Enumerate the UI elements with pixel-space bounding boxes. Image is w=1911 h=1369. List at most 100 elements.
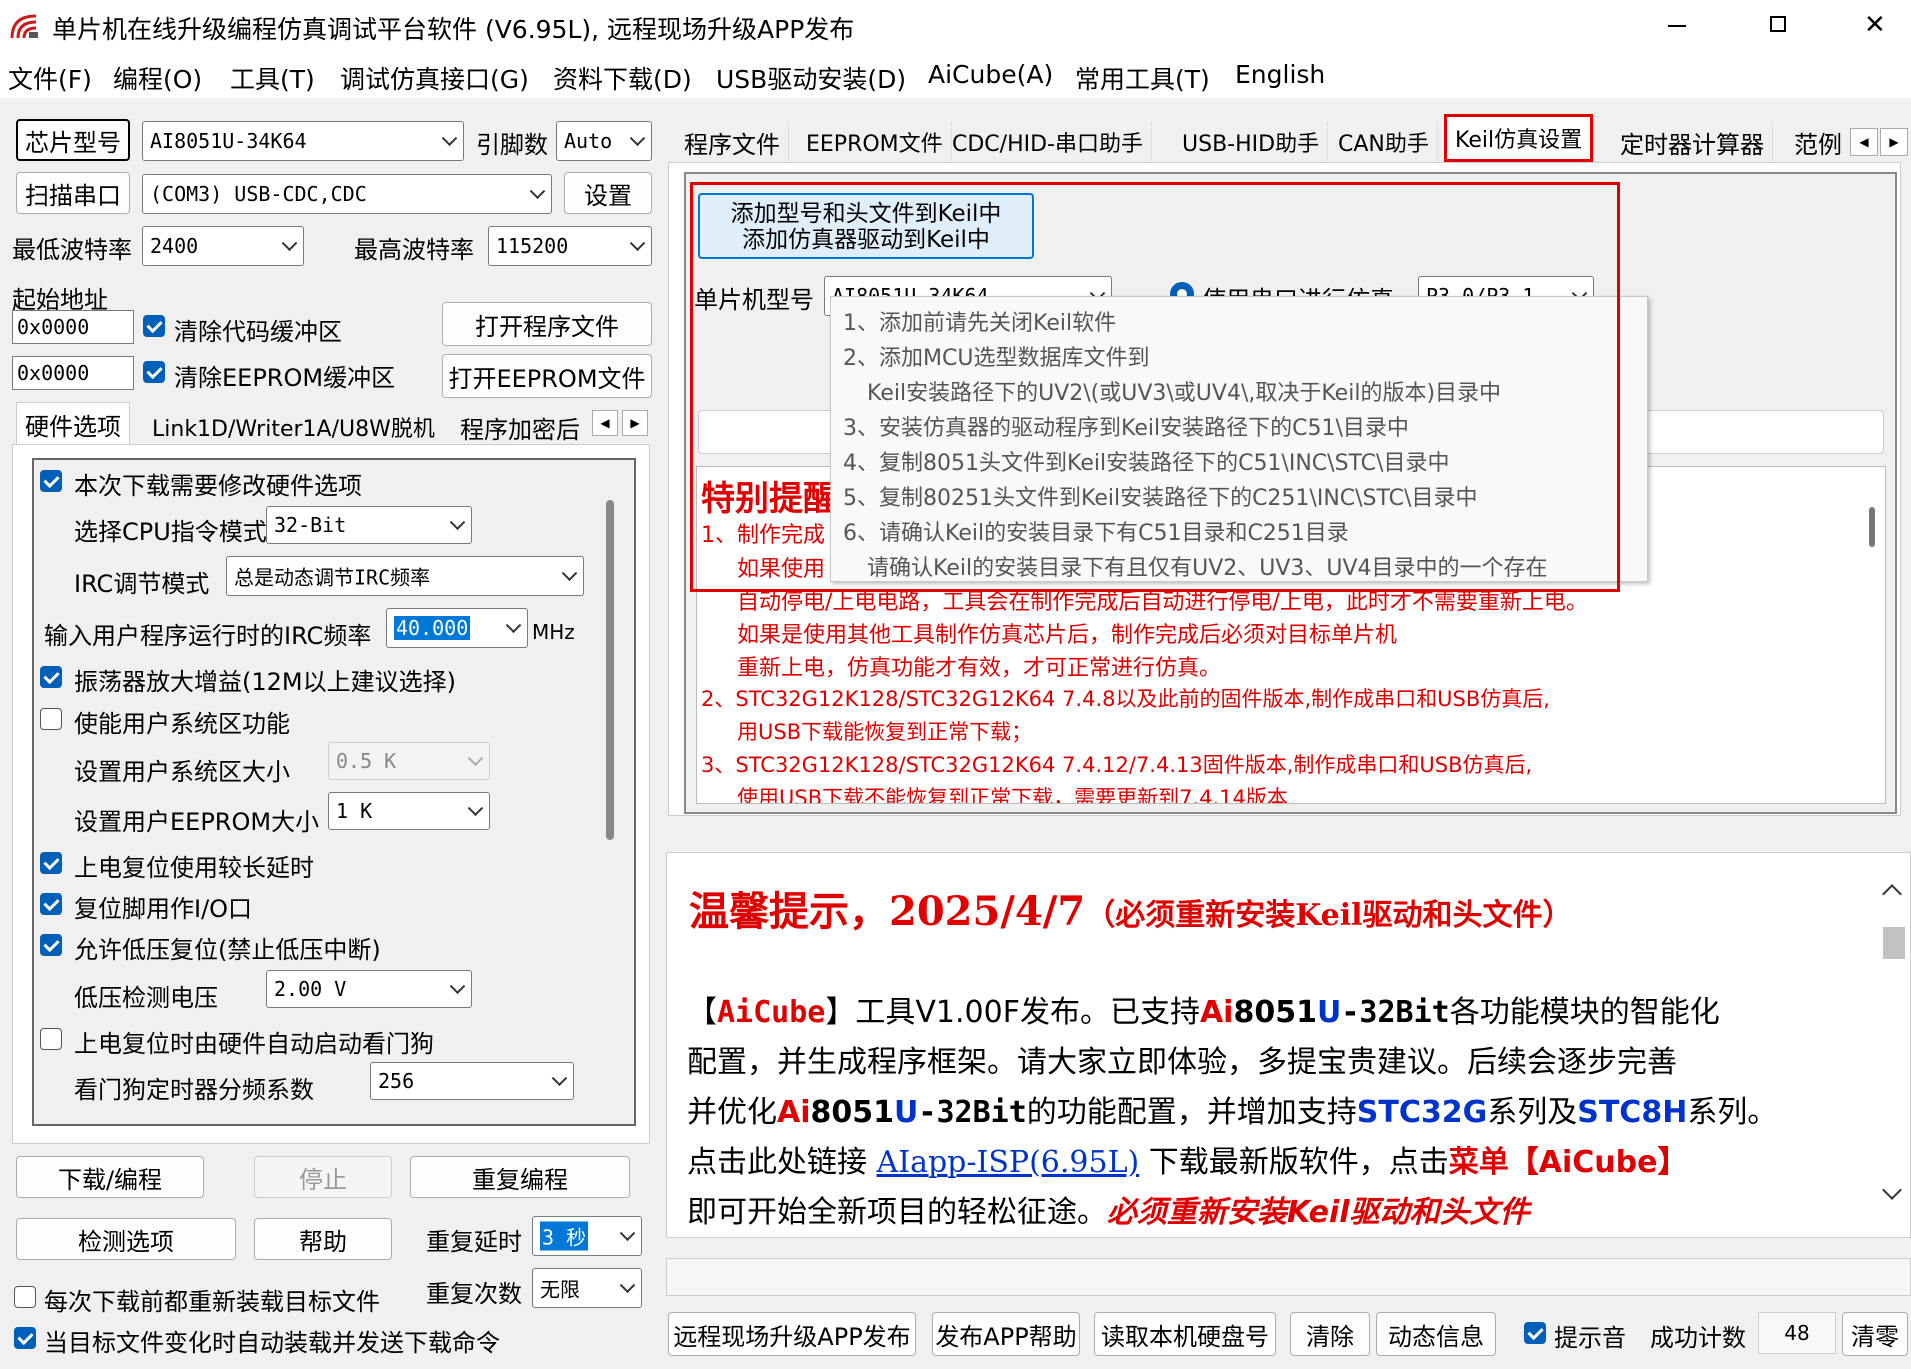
beep-checkbox[interactable] <box>1524 1322 1546 1344</box>
notice-line: 2、STC32G12K128/STC32G12K64 7.4.8以及此前的固件版… <box>701 687 1550 711</box>
tab-scroll-left-icon[interactable]: ◀ <box>1850 128 1878 156</box>
read-disk-id-button[interactable]: 读取本机硬盘号 <box>1094 1312 1276 1356</box>
cpu-mode-label: 选择CPU指令模式 <box>74 518 267 546</box>
add-to-keil-button-line1: 添加型号和头文件到Keil中 <box>730 201 1002 227</box>
chip-model-button[interactable]: 芯片型号 <box>16 119 130 161</box>
menu-debug[interactable]: 调试仿真接口(G) <box>340 60 529 96</box>
download-link[interactable]: AIapp-ISP(6.95L) <box>877 1145 1140 1180</box>
port-select[interactable]: (COM3) USB-CDC,CDC <box>142 174 552 214</box>
tab-timer-calculator[interactable]: 定时器计算器 <box>1612 122 1773 162</box>
tab-program-file[interactable]: 程序文件 <box>676 122 789 162</box>
menu-common-tools[interactable]: 常用工具(T) <box>1075 60 1210 96</box>
success-count-label: 成功计数 <box>1650 1324 1746 1352</box>
tab-scroll-right-icon[interactable]: ▶ <box>1880 128 1908 156</box>
clear-button[interactable]: 清除 <box>1290 1312 1370 1356</box>
app-help-button[interactable]: 发布APP帮助 <box>932 1312 1080 1356</box>
chip-model-select[interactable]: AI8051U-34K64 <box>142 121 464 161</box>
repeat-count-select[interactable]: 无限 <box>532 1268 642 1308</box>
menu-tools[interactable]: 工具(T) <box>230 60 315 96</box>
system-area-size-select[interactable]: 0.5 K <box>328 742 490 780</box>
scan-port-button[interactable]: 扫描串口 <box>16 172 130 214</box>
reset-pin-io-label: 复位脚用作I/O口 <box>74 895 253 923</box>
status-bar-field <box>666 1258 1911 1296</box>
lvd-voltage-select[interactable]: 2.00 V <box>266 970 472 1008</box>
clear-eeprom-checkbox[interactable] <box>143 361 165 383</box>
check-options-button[interactable]: 检测选项 <box>16 1218 236 1260</box>
notice-title: 特别提醒 <box>701 479 837 519</box>
clear-code-checkbox[interactable] <box>143 315 165 337</box>
watchdog-auto-checkbox[interactable] <box>40 1028 62 1050</box>
menu-usb-driver[interactable]: USB驱动安装(D) <box>716 60 906 96</box>
watchdog-divider-select[interactable]: 256 <box>370 1062 574 1100</box>
clear-eeprom-label: 清除EEPROM缓冲区 <box>174 364 396 392</box>
scroll-up-icon[interactable] <box>1882 884 1902 904</box>
menu-english[interactable]: English <box>1235 60 1325 89</box>
help-button[interactable]: 帮助 <box>254 1218 392 1260</box>
scroll-down-icon[interactable] <box>1882 1180 1902 1200</box>
menu-downloads[interactable]: 资料下载(D) <box>553 60 692 96</box>
port-settings-button[interactable]: 设置 <box>564 172 652 214</box>
notice-line: 如果使用 <box>737 557 826 582</box>
minimize-icon[interactable] <box>1668 25 1686 27</box>
scroll-thumb[interactable] <box>1883 927 1905 959</box>
menu-file[interactable]: 文件(F) <box>8 60 92 96</box>
add-to-keil-button[interactable]: 添加型号和头文件到Keil中 添加仿真器驱动到Keil中 <box>698 193 1034 259</box>
dynamic-info-button[interactable]: 动态信息 <box>1376 1312 1496 1356</box>
auto-send-checkbox[interactable] <box>14 1327 36 1349</box>
news-paragraph-line5: 即可开始全新项目的轻松征途。必须重新安装Keil驱动和头文件 <box>687 1195 1530 1230</box>
notice-line: 自动停电/上电电路，工具会在制作完成后自动进行停电/上电，此时才不需要重新上电。 <box>737 590 1588 615</box>
system-area-size-label: 设置用户系统区大小 <box>74 758 290 786</box>
reset-pin-io-checkbox[interactable] <box>40 893 62 915</box>
auto-send-label: 当目标文件变化时自动装载并发送下载命令 <box>44 1329 500 1357</box>
tab-can[interactable]: CAN助手 <box>1330 122 1438 162</box>
right-tab-strip: 程序文件 EEPROM文件 CDC/HID-串口助手 USB-HID助手 CAN… <box>668 112 1911 164</box>
app-logo-icon <box>10 14 38 39</box>
user-system-area-checkbox[interactable] <box>40 708 62 730</box>
tooltip-line: 请确认Keil的安装目录下有且仅有UV2、UV3、UV4目录中的一个存在 <box>867 556 1548 581</box>
repeat-program-button[interactable]: 重复编程 <box>410 1156 630 1198</box>
tab-encryption[interactable]: 程序加密后 <box>452 408 588 446</box>
maximize-icon[interactable] <box>1770 16 1786 32</box>
hardware-options-scrollbar[interactable] <box>606 500 614 840</box>
tab-eeprom-file[interactable]: EEPROM文件 <box>798 122 952 162</box>
tab-offline[interactable]: Link1D/Writer1A/U8W脱机 <box>144 408 443 446</box>
tab-scroll-right-icon[interactable]: ▶ <box>622 410 648 436</box>
max-baud-select[interactable]: 115200 <box>488 226 652 266</box>
irc-mode-select[interactable]: 总是动态调节IRC频率 <box>226 556 584 596</box>
menu-aicube[interactable]: AiCube(A) <box>928 60 1053 89</box>
irc-frequency-select[interactable]: 40.000 <box>386 608 528 648</box>
min-baud-select[interactable]: 2400 <box>142 226 304 266</box>
tab-cdc-hid-serial[interactable]: CDC/HID-串口助手 <box>944 122 1152 162</box>
eeprom-start-address-input[interactable]: 0x0000 <box>12 356 134 390</box>
pin-count-select[interactable]: Auto <box>556 121 652 161</box>
open-program-file-button[interactable]: 打开程序文件 <box>442 302 652 346</box>
reload-target-checkbox[interactable] <box>14 1286 36 1308</box>
long-reset-delay-checkbox[interactable] <box>40 852 62 874</box>
reset-count-button[interactable]: 清零 <box>1842 1312 1908 1356</box>
news-panel: 温馨提示，2025/4/7（必须重新安装Keil驱动和头文件） 【AiCube】… <box>666 852 1911 1238</box>
repeat-delay-select[interactable]: 3 秒 <box>532 1216 642 1256</box>
code-start-address-input[interactable]: 0x0000 <box>12 310 134 344</box>
tab-scroll-left-icon[interactable]: ◀ <box>592 410 618 436</box>
tab-examples[interactable]: 范例 <box>1786 122 1850 162</box>
download-program-button[interactable]: 下载/编程 <box>16 1156 204 1198</box>
tab-usb-hid[interactable]: USB-HID助手 <box>1174 122 1329 162</box>
low-voltage-reset-checkbox[interactable] <box>40 934 62 956</box>
tab-keil-simulation[interactable]: Keil仿真设置 <box>1444 114 1594 162</box>
mcu-model-label: 单片机型号 <box>694 286 814 314</box>
user-eeprom-size-select[interactable]: 1 K <box>328 792 490 830</box>
user-system-area-label: 使能用户系统区功能 <box>74 710 290 738</box>
menu-program[interactable]: 编程(O) <box>113 60 202 96</box>
close-icon[interactable]: ✕ <box>1864 10 1886 40</box>
news-scrollbar[interactable] <box>1876 853 1910 1237</box>
publish-app-button[interactable]: 远程现场升级APP发布 <box>668 1312 916 1356</box>
cpu-mode-select[interactable]: 32-Bit <box>266 506 472 544</box>
notice-scrollbar[interactable] <box>1869 507 1875 547</box>
pin-count-label: 引脚数 <box>476 131 548 159</box>
osc-gain-checkbox[interactable] <box>40 666 62 688</box>
modify-hw-checkbox[interactable] <box>40 470 62 492</box>
title-bar: 单片机在线升级编程仿真调试平台软件 (V6.95L), 远程现场升级APP发布 … <box>0 0 1911 52</box>
stop-button[interactable]: 停止 <box>254 1156 392 1198</box>
open-eeprom-file-button[interactable]: 打开EEPROM文件 <box>442 354 652 398</box>
tab-hardware-options[interactable]: 硬件选项 <box>16 402 130 446</box>
